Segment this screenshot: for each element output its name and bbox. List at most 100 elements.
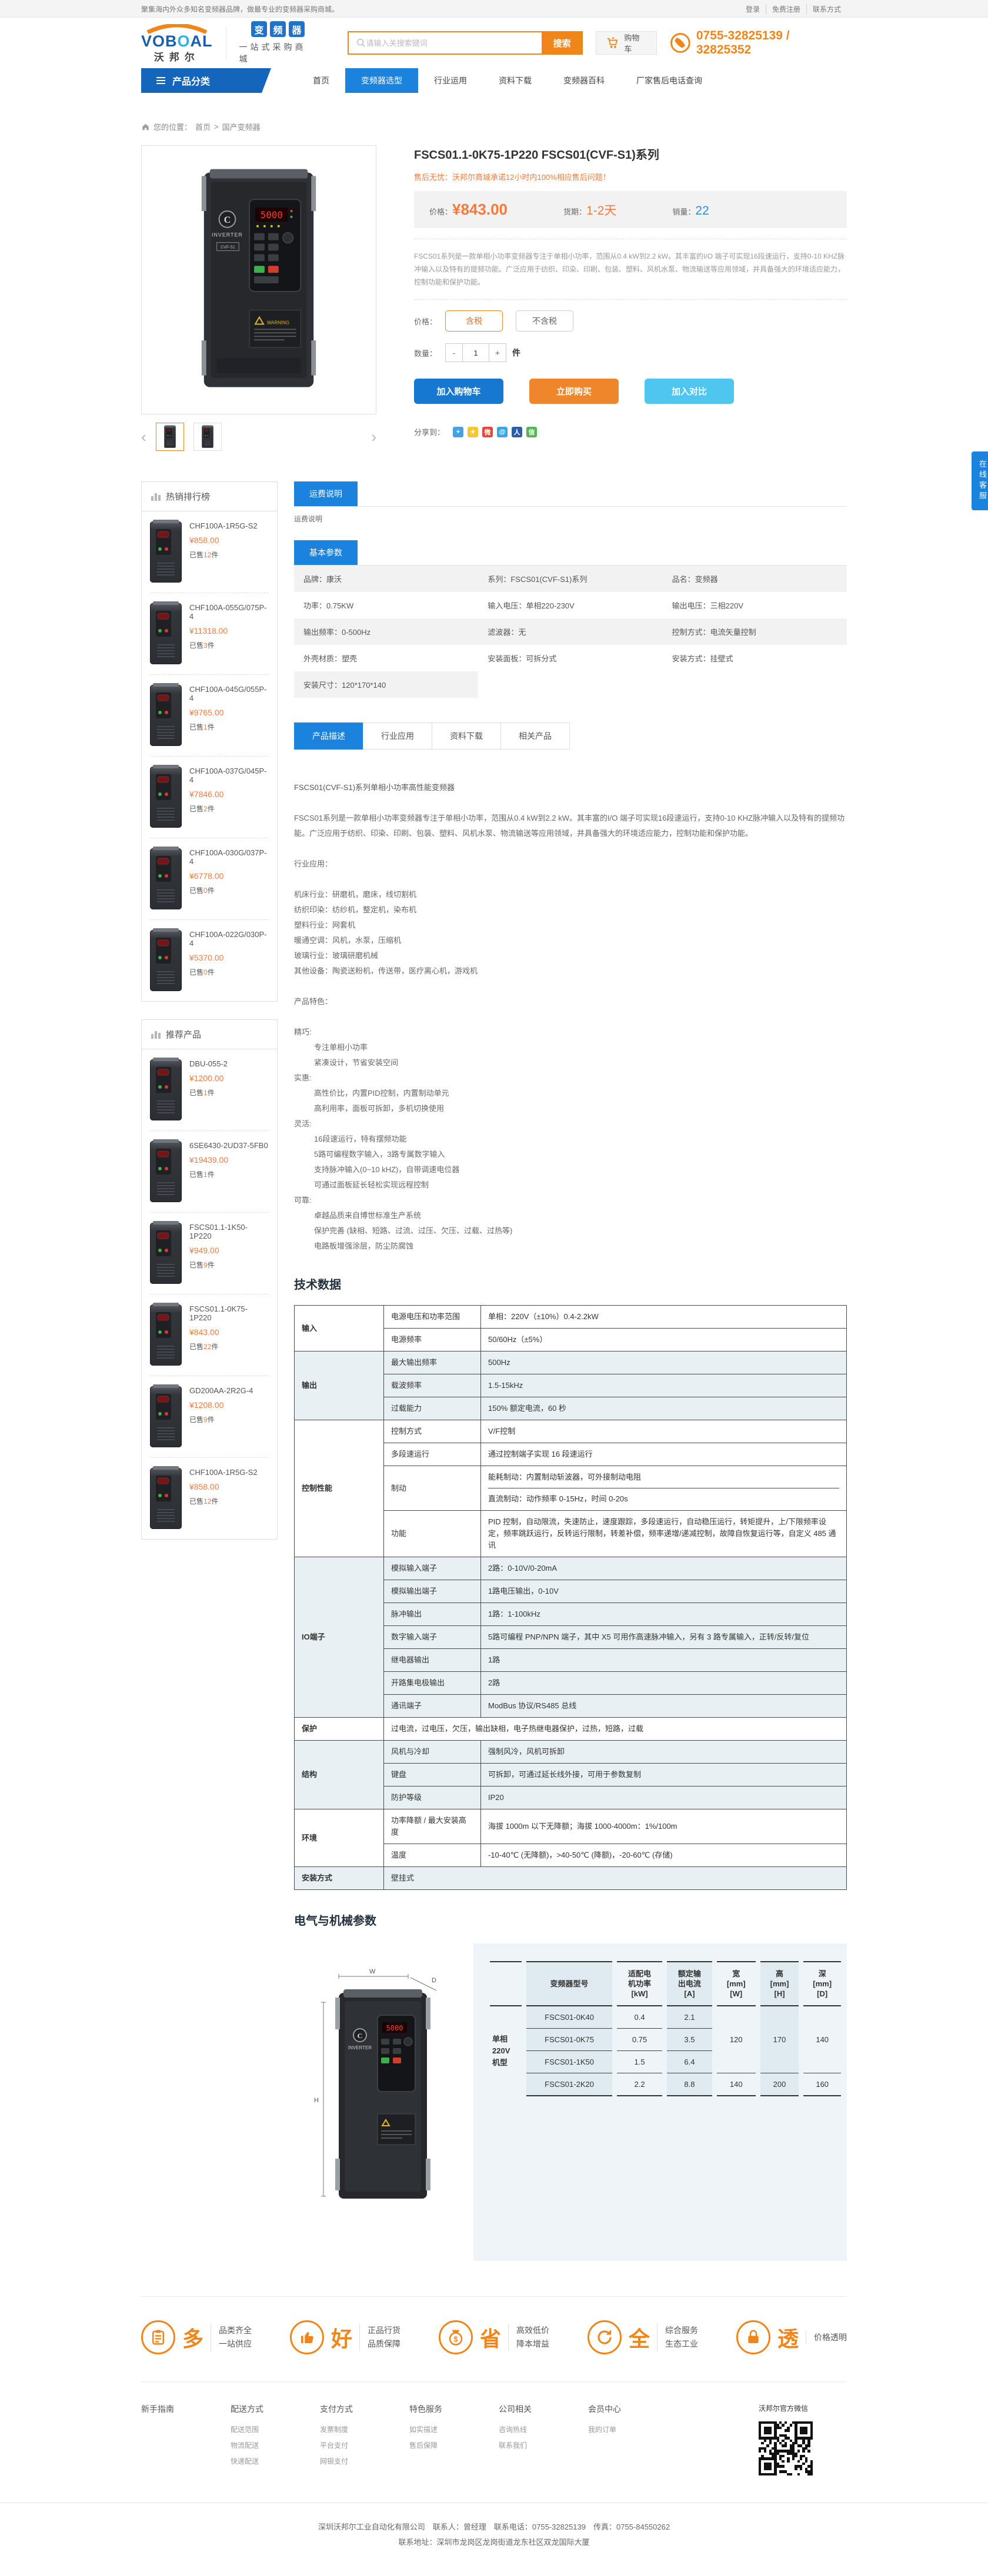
- product-list-item[interactable]: CHF100A-1R5G-S2¥858.00已售12件: [150, 1458, 269, 1539]
- inverter-b1-part: [158, 1412, 162, 1416]
- product-link[interactable]: DBU-055-2: [189, 1059, 228, 1068]
- nav-item[interactable]: 行业运用: [418, 68, 483, 93]
- product-list-item[interactable]: FSCS01.1-1K50-1P220¥949.00已售9件: [150, 1213, 269, 1294]
- wechat-icon[interactable]: 信: [526, 427, 537, 437]
- qty-label: 数量：: [414, 347, 437, 359]
- product-link[interactable]: CHF100A-030G/037P-4: [189, 848, 269, 866]
- footer-link[interactable]: 我的订单: [588, 2424, 677, 2434]
- search-button[interactable]: 搜索: [542, 31, 583, 55]
- buy-now-button[interactable]: 立即购买: [529, 379, 619, 404]
- nav-item[interactable]: 变频器百科: [548, 68, 620, 93]
- qty-minus-button[interactable]: -: [446, 344, 462, 362]
- tab-shipping[interactable]: 运费说明: [294, 481, 358, 506]
- footer-link[interactable]: 平台支付: [320, 2440, 409, 2450]
- qzone-icon[interactable]: ★: [468, 427, 478, 437]
- product-link[interactable]: FSCS01.1-0K75-1P220: [189, 1304, 269, 1322]
- weibo-icon[interactable]: 微: [482, 427, 493, 437]
- hot-ranking-items: CHF100A-1R5G-S2¥858.00已售12件 CHF100A-055G/…: [142, 511, 277, 1001]
- search-input[interactable]: [366, 39, 542, 48]
- inverter-vent-part: [157, 1264, 175, 1278]
- footer-column-title[interactable]: 公司相关: [499, 2403, 588, 2415]
- footer-link[interactable]: 配送范围: [231, 2424, 320, 2434]
- footer-column-title[interactable]: 新手指南: [141, 2403, 231, 2415]
- footer-column-title[interactable]: 会员中心: [588, 2403, 677, 2415]
- product-list-item[interactable]: CHF100A-022G/030P-4¥5370.00已售0件: [150, 920, 269, 1001]
- content-tab[interactable]: 产品描述: [294, 722, 363, 750]
- footer-link[interactable]: 如实描述: [409, 2424, 499, 2434]
- gallery-prev-icon[interactable]: ‹: [141, 429, 146, 444]
- product-link[interactable]: 6SE6430-2UD37-5FB0: [189, 1141, 268, 1150]
- top-link[interactable]: 登录: [740, 4, 766, 14]
- product-list-item[interactable]: CHF100A-037G/045P-4¥7846.00已售2件: [150, 757, 269, 838]
- qty-input[interactable]: [462, 344, 489, 362]
- product-list-item[interactable]: DBU-055-2¥1200.00已售1件: [150, 1049, 269, 1131]
- renren-icon[interactable]: 人: [512, 427, 522, 437]
- product-link[interactable]: CHF100A-1R5G-S2: [189, 521, 258, 530]
- footer-link[interactable]: 咨询热线: [499, 2424, 588, 2434]
- inverter-b2-part: [165, 1085, 168, 1089]
- product-link[interactable]: CHF100A-045G/055P-4: [189, 685, 269, 702]
- breadcrumb-current[interactable]: 国产变频器: [222, 121, 261, 132]
- product-list-item[interactable]: FSCS01.1-0K75-1P220¥843.00已售22件: [150, 1294, 269, 1376]
- top-link[interactable]: 联系方式: [807, 4, 847, 14]
- catalog-label: 产品分类: [172, 73, 210, 88]
- product-link[interactable]: CHF100A-037G/045P-4: [189, 767, 269, 784]
- product-list-item[interactable]: GD200AA-2R2G-4¥1208.00已售9件: [150, 1376, 269, 1458]
- product-link[interactable]: FSCS01.1-1K50-1P220: [189, 1223, 269, 1240]
- tax-option-button[interactable]: 不含税: [516, 310, 573, 332]
- footer-link[interactable]: 联系我们: [499, 2440, 588, 2450]
- product-link[interactable]: CHF100A-055G/075P-4: [189, 603, 269, 621]
- content-tab[interactable]: 资料下载: [432, 722, 501, 750]
- footer-link[interactable]: 快递配送: [231, 2456, 320, 2466]
- footer-link[interactable]: 发票制度: [320, 2424, 409, 2434]
- product-list-text: GD200AA-2R2G-4¥1208.00已售9件: [189, 1386, 253, 1447]
- product-link[interactable]: GD200AA-2R2G-4: [189, 1386, 253, 1395]
- product-link[interactable]: CHF100A-1R5G-S2: [189, 1468, 258, 1477]
- tencent-weibo-icon[interactable]: @: [497, 427, 508, 437]
- breadcrumb-home[interactable]: 首页: [195, 121, 211, 132]
- product-list-item[interactable]: CHF100A-055G/075P-4¥11318.00已售3件: [150, 593, 269, 675]
- product-list-item[interactable]: CHF100A-1R5G-S2¥858.00已售12件: [150, 511, 269, 593]
- inverter-cap-part: [153, 1221, 179, 1225]
- tech-table-body: 输入电源电压和功率范围单相：220V（±10%）0.4-2.2kW电源频率50/…: [295, 1306, 847, 1890]
- footer-bottom: 深圳沃邦尔工业自动化有限公司 联系人：曾经理 联系电话：0755-3282513…: [0, 2503, 988, 2576]
- inverter-b1-part: [158, 1085, 162, 1089]
- product-list-item[interactable]: CHF100A-045G/055P-4¥9765.00已售1件: [150, 675, 269, 757]
- footer-link[interactable]: 售后保障: [409, 2440, 499, 2450]
- product-list-item[interactable]: 6SE6430-2UD37-5FB0¥19439.00已售1件: [150, 1131, 269, 1213]
- online-service-tab[interactable]: 在线客服: [972, 451, 988, 510]
- product-thumbnail-image: [150, 603, 182, 664]
- product-sold: 已售9件: [189, 1260, 269, 1270]
- nav-item[interactable]: 首页: [297, 68, 345, 93]
- top-link[interactable]: 免费注册: [766, 4, 807, 14]
- content-tab[interactable]: 相关产品: [500, 722, 570, 750]
- footer-link[interactable]: 网银支付: [320, 2456, 409, 2466]
- inverter-b2-part: [207, 435, 208, 436]
- gallery-thumb[interactable]: [193, 423, 222, 451]
- footer-link[interactable]: 物流配送: [231, 2440, 320, 2450]
- footer-column-title[interactable]: 配送方式: [231, 2403, 320, 2415]
- nav-item[interactable]: 厂家售后电话查询: [620, 68, 718, 93]
- tax-option-button[interactable]: 含税: [445, 310, 503, 332]
- footer-column: 支付方式发票制度平台支付网银支付: [320, 2403, 409, 2475]
- product-list-text: CHF100A-055G/075P-4¥11318.00已售3件: [189, 603, 269, 664]
- add-to-compare-button[interactable]: 加入对比: [645, 379, 734, 404]
- footer-column-title[interactable]: 特色服务: [409, 2403, 499, 2415]
- product-list-item[interactable]: CHF100A-030G/037P-4¥6778.00已售0件: [150, 838, 269, 920]
- inverter-screen-part: [205, 430, 208, 431]
- nav-item[interactable]: 资料下载: [483, 68, 548, 93]
- product-catalog-button[interactable]: 产品分类: [141, 68, 262, 93]
- add-to-cart-button[interactable]: 加入购物车: [414, 379, 503, 404]
- product-link[interactable]: CHF100A-022G/030P-4: [189, 930, 269, 948]
- content-tab[interactable]: 行业应用: [363, 722, 432, 750]
- nav-item[interactable]: 变频器选型: [345, 68, 418, 93]
- qty-plus-button[interactable]: +: [489, 344, 506, 362]
- gallery-thumb[interactable]: [156, 423, 184, 451]
- site-logo[interactable]: VOBOAL 沃邦尔: [141, 24, 213, 62]
- tab-basic-params[interactable]: 基本参数: [294, 540, 358, 565]
- cart-button[interactable]: 购物车: [596, 31, 657, 55]
- footer-column-title[interactable]: 支付方式: [320, 2403, 409, 2415]
- gallery-next-icon[interactable]: ›: [371, 429, 376, 444]
- service-line: 高效低价: [516, 2324, 549, 2337]
- bshare-icon[interactable]: +: [453, 427, 463, 437]
